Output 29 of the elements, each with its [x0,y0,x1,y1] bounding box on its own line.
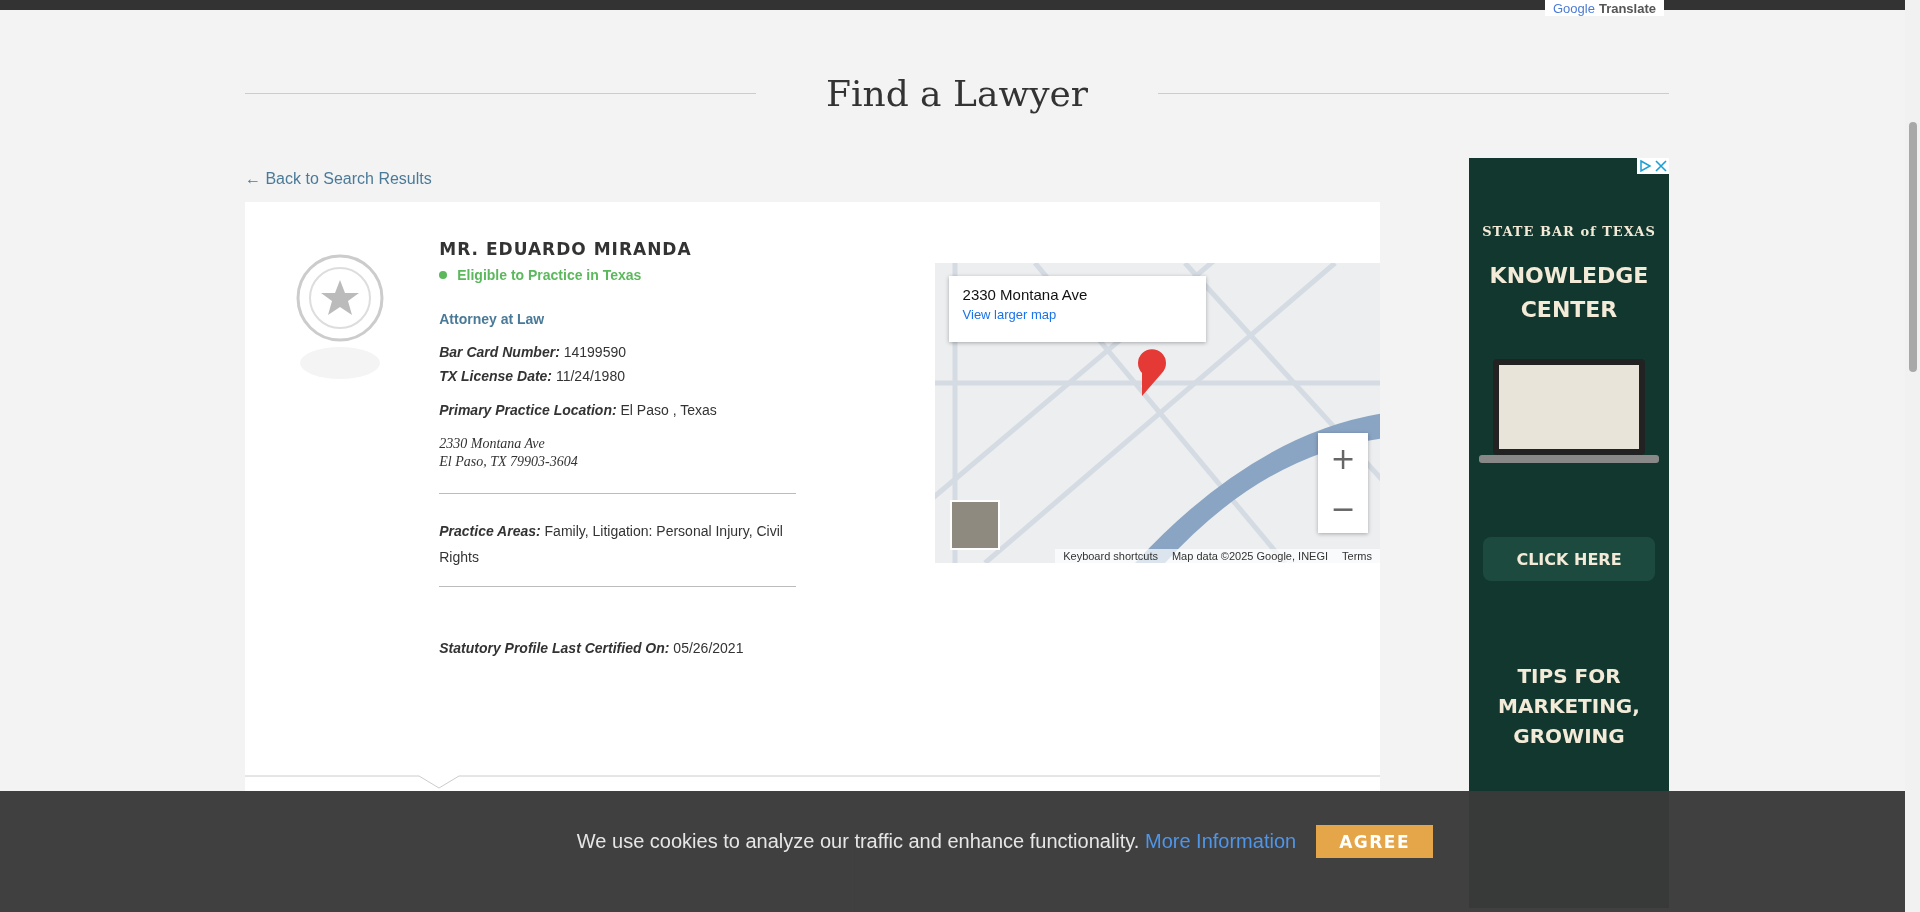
view-larger-map-link[interactable]: View larger map [962,307,1057,322]
certified-date: Statutory Profile Last Certified On: 05/26/2021 [439,639,745,657]
close-icon[interactable] [1653,158,1669,174]
map-footer-link[interactable]: Keyboard shortcuts [1063,550,1158,562]
address: 2330 Montana Ave El Paso, TX 79903-3604 [439,435,579,471]
satellite-thumbnail[interactable] [949,500,1000,550]
page-title: Find a Lawyer [825,72,1089,114]
ad-headline: KNOWLEDGE CENTER [1488,262,1650,324]
lawyer-name: MR. EDUARDO MIRANDA [439,239,693,259]
practice-areas: Practice Areas: Family, Litigation: Personal Injury, Civil Rights [439,518,796,570]
occupation: Attorney at Law [439,311,546,327]
profile-field: Bar Card Number: 14199590 [439,343,796,361]
map-footer-link[interactable]: Map data ©2025 Google, INEGI [1171,550,1329,562]
map-footer-link[interactable]: Terms [1342,550,1372,562]
place-name: 2330 Montana Ave [962,286,1089,303]
ad-info-icon[interactable] [1637,158,1653,174]
eligibility-status: Eligible to Practice in Texas [439,267,796,283]
profile-field: Primary Practice Location: El Paso , Texas [439,401,796,419]
map[interactable]: 2330 Montana Ave View larger map + − Keyboard shortcuts Map data ©2025 Google, INEGI Terms [934,263,1380,563]
back-link[interactable]: ← Back to Search Results [245,170,432,194]
scrollbar[interactable] [1905,0,1920,912]
cookie-message: We use cookies to analyze our traffic and enhance functionality. More Information [576,830,1297,853]
ad-brand: STATE BAR of TEXAS [1482,224,1656,239]
ad-tagline: TIPS FOR MARKETING, GROWING [1497,663,1641,750]
profile-field: TX License Date: 11/24/1980 [439,367,796,385]
ad-click-button[interactable]: CLICK HERE [1483,537,1655,581]
translate-widget[interactable]: Google Translate [1545,0,1664,16]
zoom-out-button[interactable]: − [1318,483,1368,533]
zoom-in-button[interactable]: + [1318,433,1368,483]
